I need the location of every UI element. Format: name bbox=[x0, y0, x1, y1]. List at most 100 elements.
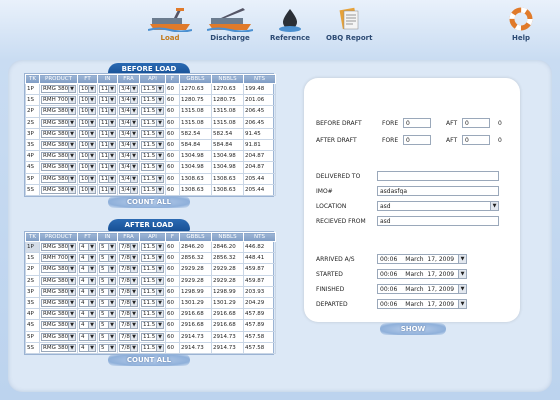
cell-select[interactable]: 11.5 ▼ bbox=[141, 343, 164, 352]
cell-select[interactable]: 11.5 ▼ bbox=[141, 243, 164, 252]
cell-select[interactable]: 5 ▼ bbox=[99, 254, 116, 263]
cell-select[interactable]: RMG 380 ▼ bbox=[41, 185, 76, 194]
cell-select[interactable]: 11 ▼ bbox=[99, 163, 116, 172]
cell-select[interactable]: 11.5 ▼ bbox=[141, 152, 164, 161]
cell-select[interactable]: 7/8 ▼ bbox=[119, 265, 138, 274]
delivered-to-input[interactable] bbox=[377, 171, 499, 181]
cell-select[interactable]: 3/4 ▼ bbox=[119, 174, 138, 183]
cell-select[interactable]: 11.5 ▼ bbox=[141, 265, 164, 274]
datetime-select[interactable]: 00:06 March 17, 2009 ▼ bbox=[377, 299, 467, 309]
cell-select[interactable]: 11.5 ▼ bbox=[141, 96, 164, 105]
cell-select[interactable]: 3/4 ▼ bbox=[119, 118, 138, 127]
nav-help[interactable]: Help bbox=[506, 6, 536, 42]
cell-select[interactable]: RMH 700 ▼ bbox=[41, 254, 76, 263]
cell-select[interactable]: RMG 380 ▼ bbox=[41, 118, 76, 127]
cell-select[interactable]: 5 ▼ bbox=[99, 265, 116, 274]
cell-select[interactable]: RMG 380 ▼ bbox=[41, 299, 76, 308]
nav-obq-report[interactable]: OBQ Report bbox=[326, 6, 372, 42]
cell-select[interactable]: 11.5 ▼ bbox=[141, 141, 164, 150]
cell-select[interactable]: 5 ▼ bbox=[99, 321, 116, 330]
cell-select[interactable]: 11 ▼ bbox=[99, 141, 116, 150]
cell-select[interactable]: 7/8 ▼ bbox=[119, 343, 138, 352]
cell-select[interactable]: 11.5 ▼ bbox=[141, 85, 164, 94]
location-select[interactable]: asd ▼ bbox=[377, 201, 499, 211]
cell-select[interactable]: 10 ▼ bbox=[79, 107, 96, 116]
cell-select[interactable]: 11 ▼ bbox=[99, 96, 116, 105]
cell-select[interactable]: 4 ▼ bbox=[79, 254, 96, 263]
cell-select[interactable]: 7/8 ▼ bbox=[119, 321, 138, 330]
cell-select[interactable]: 10 ▼ bbox=[79, 129, 96, 138]
cell-select[interactable]: 3/4 ▼ bbox=[119, 129, 138, 138]
cell-select[interactable]: 7/8 ▼ bbox=[119, 310, 138, 319]
cell-select[interactable]: 4 ▼ bbox=[79, 243, 96, 252]
cell-select[interactable]: 11.5 ▼ bbox=[141, 332, 164, 341]
cell-select[interactable]: RMG 380 ▼ bbox=[41, 243, 76, 252]
cell-select[interactable]: RMG 380 ▼ bbox=[41, 287, 76, 296]
cell-select[interactable]: RMG 380 ▼ bbox=[41, 343, 76, 352]
cell-select[interactable]: 11.5 ▼ bbox=[141, 129, 164, 138]
cell-select[interactable]: 7/8 ▼ bbox=[119, 254, 138, 263]
before-aft-input[interactable]: 0 bbox=[462, 118, 490, 128]
cell-select[interactable]: RMH 700 ▼ bbox=[41, 96, 76, 105]
cell-select[interactable]: RMG 380 ▼ bbox=[41, 310, 76, 319]
cell-select[interactable]: RMG 380 ▼ bbox=[41, 152, 76, 161]
nav-reference[interactable]: Reference bbox=[268, 6, 312, 42]
cell-select[interactable]: 11.5 ▼ bbox=[141, 185, 164, 194]
cell-select[interactable]: 3/4 ▼ bbox=[119, 141, 138, 150]
nav-discharge[interactable]: Discharge bbox=[204, 6, 256, 42]
cell-select[interactable]: 7/8 ▼ bbox=[119, 276, 138, 285]
cell-select[interactable]: RMG 380 ▼ bbox=[41, 129, 76, 138]
cell-select[interactable]: 11.5 ▼ bbox=[141, 299, 164, 308]
cell-select[interactable]: 4 ▼ bbox=[79, 332, 96, 341]
cell-select[interactable]: 11 ▼ bbox=[99, 107, 116, 116]
datetime-select[interactable]: 00:06 March 17, 2009 ▼ bbox=[377, 254, 467, 264]
cell-select[interactable]: 11 ▼ bbox=[99, 118, 116, 127]
cell-select[interactable]: 11 ▼ bbox=[99, 152, 116, 161]
cell-select[interactable]: 5 ▼ bbox=[99, 299, 116, 308]
cell-select[interactable]: 5 ▼ bbox=[99, 276, 116, 285]
cell-select[interactable]: 3/4 ▼ bbox=[119, 185, 138, 194]
cell-select[interactable]: 11.5 ▼ bbox=[141, 310, 164, 319]
cell-select[interactable]: 10 ▼ bbox=[79, 163, 96, 172]
nav-load[interactable]: Load bbox=[146, 6, 194, 42]
cell-select[interactable]: 11.5 ▼ bbox=[141, 174, 164, 183]
cell-select[interactable]: 11.5 ▼ bbox=[141, 254, 164, 263]
cell-select[interactable]: 10 ▼ bbox=[79, 185, 96, 194]
cell-select[interactable]: 11 ▼ bbox=[99, 129, 116, 138]
cell-select[interactable]: 11 ▼ bbox=[99, 174, 116, 183]
cell-select[interactable]: 11.5 ▼ bbox=[141, 276, 164, 285]
cell-select[interactable]: 3/4 ▼ bbox=[119, 96, 138, 105]
cell-select[interactable]: 7/8 ▼ bbox=[119, 287, 138, 296]
cell-select[interactable]: 4 ▼ bbox=[79, 343, 96, 352]
cell-select[interactable]: RMG 380 ▼ bbox=[41, 85, 76, 94]
cell-select[interactable]: RMG 380 ▼ bbox=[41, 276, 76, 285]
cell-select[interactable]: 10 ▼ bbox=[79, 85, 96, 94]
cell-select[interactable]: 7/8 ▼ bbox=[119, 299, 138, 308]
cell-select[interactable]: 5 ▼ bbox=[99, 332, 116, 341]
show-button[interactable]: SHOW bbox=[380, 323, 446, 335]
cell-select[interactable]: 11.5 ▼ bbox=[141, 107, 164, 116]
received-from-input[interactable]: asd bbox=[377, 216, 499, 226]
cell-select[interactable]: 4 ▼ bbox=[79, 287, 96, 296]
before-fore-input[interactable]: 0 bbox=[403, 118, 431, 128]
cell-select[interactable]: 11 ▼ bbox=[99, 185, 116, 194]
cell-select[interactable]: RMG 380 ▼ bbox=[41, 141, 76, 150]
cell-select[interactable]: 11.5 ▼ bbox=[141, 321, 164, 330]
cell-select[interactable]: RMG 380 ▼ bbox=[41, 174, 76, 183]
before-count-all-button[interactable]: COUNT ALL bbox=[108, 196, 190, 208]
imo-input[interactable]: asdasfqa bbox=[377, 186, 499, 196]
cell-select[interactable]: 10 ▼ bbox=[79, 141, 96, 150]
cell-select[interactable]: 5 ▼ bbox=[99, 287, 116, 296]
cell-select[interactable]: 4 ▼ bbox=[79, 276, 96, 285]
cell-select[interactable]: RMG 380 ▼ bbox=[41, 321, 76, 330]
cell-select[interactable]: 5 ▼ bbox=[99, 243, 116, 252]
cell-select[interactable]: 3/4 ▼ bbox=[119, 107, 138, 116]
after-aft-input[interactable]: 0 bbox=[462, 135, 490, 145]
cell-select[interactable]: 10 ▼ bbox=[79, 118, 96, 127]
cell-select[interactable]: 10 ▼ bbox=[79, 152, 96, 161]
cell-select[interactable]: 5 ▼ bbox=[99, 343, 116, 352]
datetime-select[interactable]: 00:06 March 17, 2009 ▼ bbox=[377, 269, 467, 279]
cell-select[interactable]: 4 ▼ bbox=[79, 265, 96, 274]
cell-select[interactable]: 4 ▼ bbox=[79, 310, 96, 319]
cell-select[interactable]: 7/8 ▼ bbox=[119, 243, 138, 252]
